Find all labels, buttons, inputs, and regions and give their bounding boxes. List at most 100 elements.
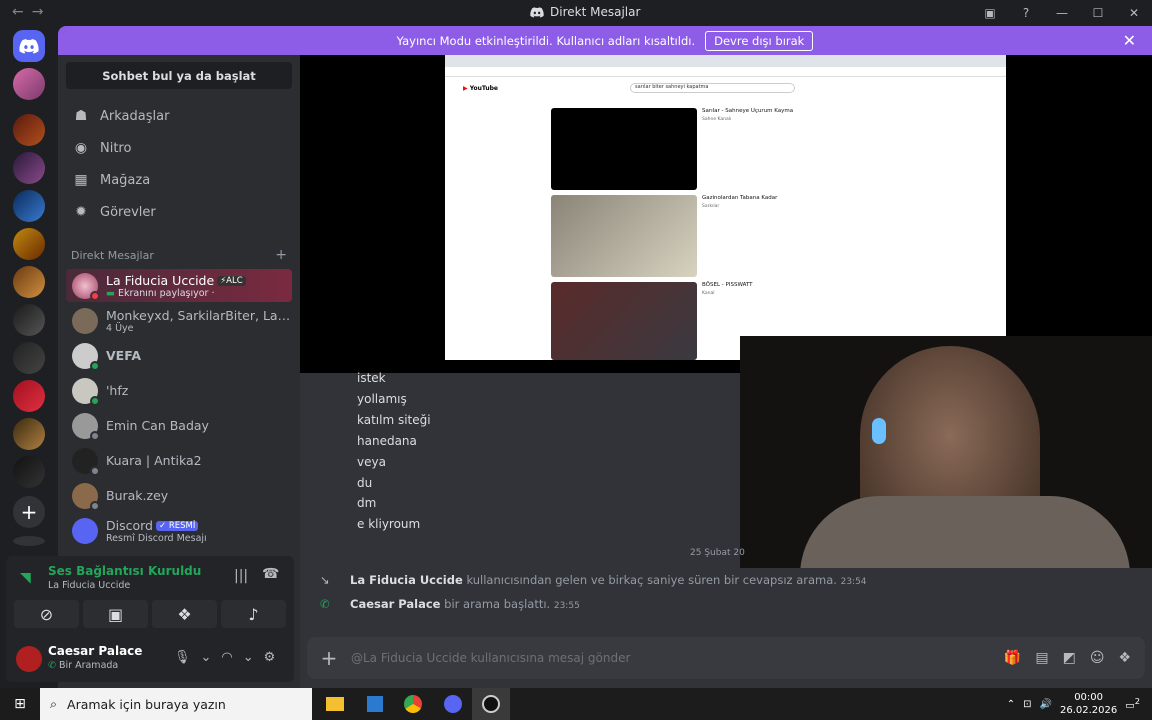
server-icon[interactable]	[13, 152, 45, 184]
youtube-logo-icon: ▶	[463, 85, 468, 92]
discord-taskbar-icon[interactable]	[434, 688, 472, 720]
message-text: hanedana	[357, 434, 417, 448]
nav-friends[interactable]: ☗ Arkadaşlar	[66, 101, 292, 131]
file-explorer-icon[interactable]	[316, 688, 354, 720]
stream-video[interactable]: ▶ YouTube sarılar biter sahneyi kapatma …	[445, 55, 1006, 360]
app-icon[interactable]	[356, 688, 394, 720]
inbox-icon[interactable]: ▣	[972, 0, 1008, 26]
missed-call-icon: ↘	[320, 573, 330, 587]
dm-item[interactable]: Discord ✓ RESMİ Resmî Discord Mesajı	[66, 514, 292, 547]
microphone-icon[interactable]: 🎙	[174, 650, 191, 665]
nav-nitro[interactable]: ◉ Nitro	[66, 133, 292, 163]
help-icon[interactable]: ?	[1008, 0, 1044, 26]
dm-item[interactable]: Monkeyxd, SarkilarBiter, La ... 4 Üye	[66, 304, 292, 337]
server-icon[interactable]	[13, 304, 45, 336]
youtube-search[interactable]: sarılar biter sahneyi kapatma	[630, 83, 795, 93]
avatar	[72, 377, 100, 406]
chrome-icon[interactable]	[394, 688, 432, 720]
dm-item[interactable]: VEFA	[66, 339, 292, 372]
dm-item[interactable]: La Fiducia Uccide ⚡ALC ▬ Ekranını paylaşı…	[66, 269, 292, 302]
avatar	[72, 482, 100, 511]
video-title[interactable]: Gazinolardan Tabana Kadar	[702, 195, 777, 201]
user-avatar[interactable]	[16, 646, 42, 672]
video-title[interactable]: BÖSEL - PISSWATT	[702, 282, 753, 288]
disconnect-icon[interactable]: ☎	[262, 566, 279, 582]
obs-icon[interactable]	[472, 688, 510, 720]
gift-icon[interactable]: 🎁	[1004, 650, 1021, 666]
streamer-mode-banner: Yayıncı Modu etkinleştirildi. Kullanıcı …	[58, 26, 1152, 55]
server-icon[interactable]	[13, 114, 45, 146]
minimize-button[interactable]: —	[1044, 0, 1080, 26]
server-icon[interactable]	[13, 68, 45, 100]
dm-item[interactable]: Kuara | Antika2	[66, 444, 292, 477]
nav-quests[interactable]: ✹ Görevler	[66, 197, 292, 227]
start-windows-icon[interactable]: ⊞	[0, 688, 40, 720]
message-input[interactable]: @La Fiducia Uccide kullanıcısına mesaj g…	[351, 651, 1004, 665]
clock-date: 26.02.2026	[1059, 705, 1118, 716]
webcam-video[interactable]	[740, 336, 1152, 568]
chevron-up-icon[interactable]: ⌃	[1007, 699, 1015, 710]
discover-button[interactable]	[13, 536, 45, 546]
activities-button[interactable]: ❖	[152, 600, 217, 628]
noise-suppression-icon[interactable]: |||	[234, 568, 248, 584]
screen-share-button[interactable]: ▣	[83, 600, 148, 628]
dm-item[interactable]: 'hfz	[66, 374, 292, 407]
taskbar-search[interactable]: ⌕ Aramak için buraya yazın	[40, 688, 312, 720]
video-thumbnail[interactable]	[551, 282, 697, 360]
message-text: dm	[357, 496, 377, 510]
add-server-button[interactable]: +	[13, 496, 45, 528]
dm-item[interactable]: Burak.zey	[66, 479, 292, 512]
close-button[interactable]: ✕	[1116, 0, 1152, 26]
dm-name: Burak.zey	[106, 488, 169, 503]
caller-name[interactable]: Caesar Palace	[350, 597, 440, 611]
upload-plus-icon[interactable]: +	[307, 646, 351, 670]
chevron-down-icon[interactable]: ⌄	[243, 650, 254, 665]
voice-channel[interactable]: La Fiducia Uccide	[48, 580, 130, 591]
voice-status[interactable]: Ses Bağlantısı Kuruldu	[48, 564, 201, 578]
network-icon[interactable]: ⊡	[1023, 699, 1031, 710]
headphones-icon[interactable]: ◠	[221, 650, 232, 665]
sticker-icon[interactable]: ◩	[1063, 650, 1076, 666]
camera-off-button[interactable]: ⊘	[14, 600, 79, 628]
message-text: katılm siteği	[357, 413, 431, 427]
dm-item[interactable]: Emin Can Baday	[66, 409, 292, 442]
disable-streamer-mode-button[interactable]: Devre dışı bırak	[705, 30, 814, 51]
server-icon[interactable]	[13, 418, 45, 450]
status-indicator	[90, 500, 100, 511]
video-thumbnail[interactable]	[551, 108, 697, 190]
server-icon[interactable]	[13, 190, 45, 222]
home-button[interactable]	[13, 30, 45, 62]
dm-name: Kuara | Antika2	[106, 453, 202, 468]
forward-arrow-icon[interactable]: →	[32, 4, 52, 20]
nav-arrows[interactable]: ←→	[12, 4, 51, 20]
signal-icon: ◥	[20, 570, 31, 586]
video-channel: Sahne Kanalı	[702, 117, 732, 122]
server-icon[interactable]	[13, 456, 45, 488]
call-time: 23:55	[553, 601, 580, 611]
video-title[interactable]: Sarılar - Sahneye Uçurum Kayma	[702, 108, 793, 114]
server-icon[interactable]	[13, 380, 45, 412]
maximize-button[interactable]: ☐	[1080, 0, 1116, 26]
streamer-mode-text: Yayıncı Modu etkinleştirildi. Kullanıcı …	[396, 33, 696, 48]
video-channel: Sarkılar	[702, 204, 720, 209]
volume-icon[interactable]: 🔊	[1040, 699, 1052, 710]
soundboard-button[interactable]: ♪	[221, 600, 286, 628]
emoji-icon[interactable]: ☺	[1090, 650, 1105, 666]
search-input[interactable]: Sohbet bul ya da başlat	[66, 62, 292, 89]
server-icon[interactable]	[13, 266, 45, 298]
settings-gear-icon[interactable]: ⚙	[264, 650, 276, 665]
nav-shop[interactable]: ▦ Mağaza	[66, 165, 292, 195]
gif-icon[interactable]: ▤	[1035, 650, 1048, 666]
apps-icon[interactable]: ❖	[1118, 650, 1131, 666]
server-icon[interactable]	[13, 342, 45, 374]
create-dm-icon[interactable]: +	[275, 247, 287, 263]
clock[interactable]: 00:00 26.02.2026	[1060, 691, 1117, 717]
back-arrow-icon[interactable]: ←	[12, 4, 32, 20]
notifications-icon[interactable]: ▭2	[1125, 696, 1140, 711]
server-icon[interactable]	[13, 228, 45, 260]
chevron-down-icon[interactable]: ⌄	[201, 650, 212, 665]
discord-icon	[530, 6, 544, 18]
video-thumbnail[interactable]	[551, 195, 697, 277]
close-icon[interactable]: ✕	[1123, 31, 1136, 50]
caller-name[interactable]: La Fiducia Uccide	[350, 573, 463, 587]
